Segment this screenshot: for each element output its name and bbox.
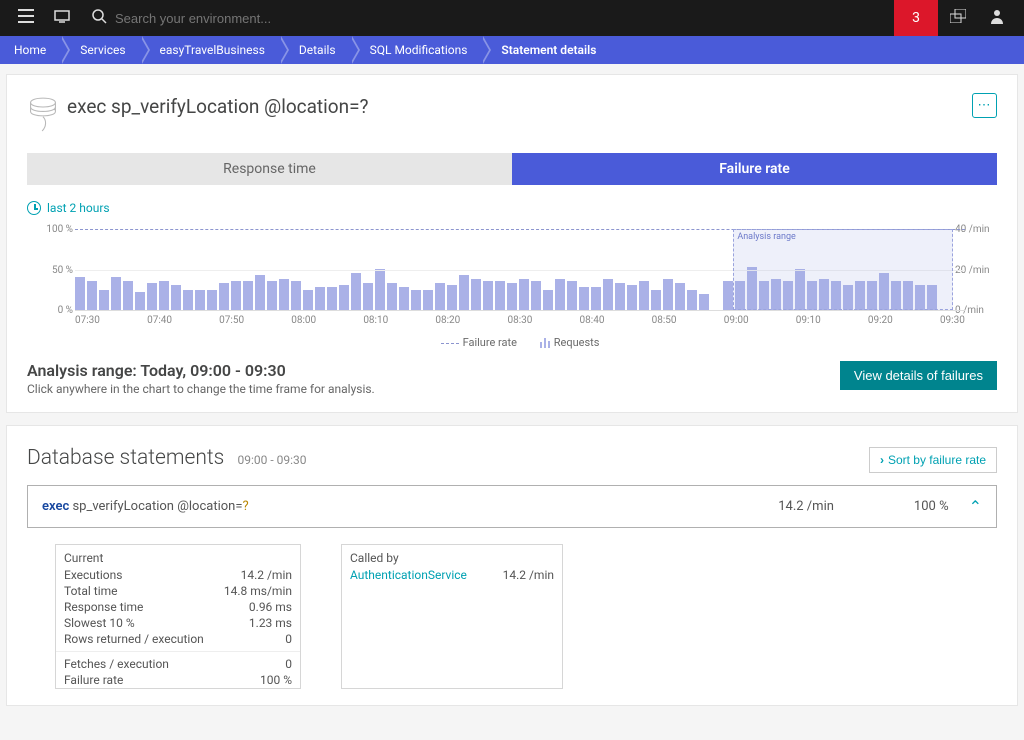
dashboards-icon[interactable] xyxy=(938,9,978,27)
alerts-badge[interactable]: 3 xyxy=(894,0,938,36)
sql-keyword: exec xyxy=(42,499,72,514)
analysis-range-title: Analysis range: Today, 09:00 - 09:30 xyxy=(27,361,375,380)
statement-details: Current Executions14.2 /min Total time14… xyxy=(55,544,997,689)
legend-failure: Failure rate xyxy=(463,336,517,349)
sort-button[interactable]: › Sort by failure rate xyxy=(869,447,997,473)
time-range-text: last 2 hours xyxy=(47,201,110,215)
analysis-range-row: Analysis range: Today, 09:00 - 09:30 Cli… xyxy=(27,361,997,396)
search-container xyxy=(80,9,894,28)
statement-rate: 14.2 /min xyxy=(778,499,914,514)
tabs: Response time Failure rate xyxy=(27,153,997,185)
crumb-service-name[interactable]: easyTravelBusiness xyxy=(140,36,279,64)
chevron-up-icon: ⌃ xyxy=(969,497,982,516)
overview-card: exec sp_verifyLocation @location=? ⋯ Res… xyxy=(6,74,1018,413)
chart-bars[interactable]: Analysis range xyxy=(75,229,965,311)
sql-body: sp_verifyLocation @location= xyxy=(72,499,242,514)
statement-pct: 100 % xyxy=(914,499,969,514)
clock-icon xyxy=(27,201,41,215)
sql-param: ? xyxy=(242,499,248,514)
y-axis-left: 100 % 50 % 0 % xyxy=(23,229,73,311)
caller-rate: 14.2 /min xyxy=(503,568,554,582)
page-title: exec sp_verifyLocation @location=? xyxy=(67,95,369,118)
crumb-details[interactable]: Details xyxy=(279,36,350,64)
view-failures-button[interactable]: View details of failures xyxy=(840,361,997,390)
failure-chart[interactable]: 100 % 50 % 0 % 40 /min 20 /min 0 /min An… xyxy=(27,229,997,353)
crumb-current[interactable]: Statement details xyxy=(481,36,610,64)
search-icon[interactable] xyxy=(80,9,113,28)
database-icon xyxy=(27,97,59,133)
sort-label: Sort by failure rate xyxy=(888,453,986,467)
db-section-header: Database statements 09:00 - 09:30 › Sort… xyxy=(27,446,997,473)
breadcrumb: Home Services easyTravelBusiness Details… xyxy=(0,36,1024,64)
statement-row[interactable]: exec sp_verifyLocation @location=? 14.2 … xyxy=(27,485,997,528)
x-axis: 07:3007:4007:5008:0008:1008:2008:3008:40… xyxy=(75,315,965,326)
db-section-time: 09:00 - 09:30 xyxy=(238,453,307,467)
legend-requests: Requests xyxy=(554,336,600,349)
analysis-range-hint: Click anywhere in the chart to change th… xyxy=(27,382,375,396)
crumb-services[interactable]: Services xyxy=(60,36,139,64)
hamburger-icon[interactable] xyxy=(8,9,44,27)
current-label: Current xyxy=(56,545,300,567)
user-icon[interactable] xyxy=(978,9,1016,28)
monitor-icon[interactable] xyxy=(44,10,80,27)
crumb-home[interactable]: Home xyxy=(0,36,60,64)
more-menu-button[interactable]: ⋯ xyxy=(972,93,997,118)
chevron-right-icon: › xyxy=(880,453,884,467)
search-input[interactable] xyxy=(113,10,894,27)
time-range-selector[interactable]: last 2 hours xyxy=(27,201,997,215)
analysis-label: Analysis range xyxy=(737,232,795,242)
called-by-label: Called by xyxy=(342,545,562,567)
caller-link[interactable]: AuthenticationService xyxy=(350,568,467,582)
current-panel: Current Executions14.2 /min Total time14… xyxy=(55,544,301,689)
title-row: exec sp_verifyLocation @location=? xyxy=(27,95,997,131)
chart-legend: Failure rate Requests xyxy=(75,336,965,349)
called-by-panel: Called by AuthenticationService 14.2 /mi… xyxy=(341,544,563,689)
tab-response-time[interactable]: Response time xyxy=(27,153,512,185)
database-statements-card: Database statements 09:00 - 09:30 › Sort… xyxy=(6,425,1018,706)
crumb-sql-mod[interactable]: SQL Modifications xyxy=(350,36,482,64)
db-section-title: Database statements xyxy=(27,446,224,470)
top-bar: 3 xyxy=(0,0,1024,36)
tab-failure-rate[interactable]: Failure rate xyxy=(512,153,997,185)
page-wrapper: exec sp_verifyLocation @location=? ⋯ Res… xyxy=(0,64,1024,728)
